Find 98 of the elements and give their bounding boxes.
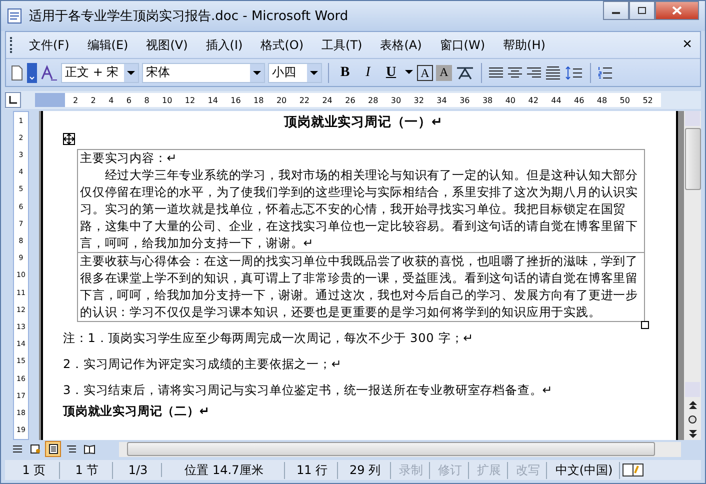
- tab-selector-button[interactable]: [5, 92, 21, 108]
- ruler-number: 2: [90, 96, 96, 104]
- next-page-icon[interactable]: [688, 430, 696, 438]
- menu-item[interactable]: 视图(V): [138, 34, 196, 56]
- caret-icon: [124, 64, 138, 82]
- ruler-number: 2: [73, 96, 78, 104]
- ruler-number: 40: [505, 96, 516, 104]
- caret-icon: [250, 64, 264, 82]
- move-icon: [64, 134, 74, 144]
- menu-item[interactable]: 帮助(H): [495, 34, 554, 56]
- character-shading-button[interactable]: A: [436, 64, 452, 80]
- style-dropdown[interactable]: 正文 + 宋: [61, 62, 139, 82]
- note-text: 3．实习结束后，请将实习周记与实习单位鉴定书，统一报送所在专业教研室存档备查。↵: [63, 382, 554, 399]
- align-center-icon[interactable]: [507, 66, 523, 80]
- left-tab-icon: [9, 96, 17, 104]
- caret-icon: [307, 64, 321, 82]
- document-icon: [7, 8, 23, 24]
- menu-item[interactable]: 文件(F): [21, 34, 78, 56]
- ruler-number: 26: [345, 96, 356, 104]
- status-text: 1 页: [9, 462, 60, 478]
- ruler-number: 34: [436, 96, 447, 104]
- vertical-scrollbar[interactable]: [684, 111, 701, 440]
- numbered-list-icon[interactable]: [597, 64, 613, 80]
- menu-item[interactable]: 插入(I): [198, 34, 251, 56]
- bold-button[interactable]: B: [335, 62, 355, 82]
- font-dropdown[interactable]: 宋体: [142, 62, 265, 82]
- status-text: 录制: [393, 462, 430, 478]
- ruler-number: 12: [184, 96, 196, 104]
- menu-item[interactable]: 工具(T): [314, 34, 370, 56]
- status-text: 1 节: [62, 462, 113, 478]
- status-text: 扩展: [471, 462, 508, 478]
- ruler-number: 36: [460, 96, 470, 104]
- line-spacing-icon[interactable]: [564, 64, 584, 80]
- cell-text: 经过大学三年专业系统的学习，我对市场的相关理论与知识有了一定的认知。但是这种认知大部分仅仅停留在理论的水平，为了使我们学到的这些理论与实际相结合，系里安排了这次为期八月的认识实习。实习的第一道坎就是找单位，怀着忐忑不安的心情，我开始寻找实习单位。我把目标锁定在国贸路，这集中了大量的公司、企业，在这找实习单位也一定比较容易。看到这句话的请自觉在博客里留下言，呵呵，给我加加分支持一下，谢谢。↵: [80, 167, 639, 252]
- ruler-number: 42: [528, 96, 538, 104]
- status-text: 11 行: [287, 462, 338, 478]
- close-icon: [672, 6, 682, 15]
- status-text: 改写: [510, 462, 547, 478]
- ruler-number: 28: [368, 96, 378, 104]
- distributed-icon[interactable]: [545, 64, 561, 80]
- close-button[interactable]: [655, 1, 699, 20]
- ruler-number: 38: [482, 96, 493, 104]
- toolbar-grip[interactable]: [10, 37, 15, 53]
- document-heading: 顶岗就业实习周记（一）↵: [282, 114, 444, 131]
- document-heading: 顶岗就业实习周记（二）↵: [63, 403, 211, 420]
- ruler-number: 22: [299, 96, 310, 104]
- status-text: 位置 14.7厘米: [164, 462, 285, 478]
- ruler-number: 10: [162, 96, 172, 104]
- ruler-number: 50: [620, 96, 630, 104]
- restore-icon: [637, 6, 647, 15]
- status-text: 29 列: [340, 462, 391, 478]
- scrollbar-thumb[interactable]: [684, 128, 700, 190]
- ruler-number: 18: [254, 96, 264, 104]
- note-text: 注：1．顶岗实习学生应至少每两周完成一次周记，每次不少于 300 字；↵: [63, 330, 475, 347]
- cell-text: 主要实习内容：↵: [80, 150, 178, 167]
- ruler-number: 6: [126, 96, 132, 104]
- horizontal-ruler[interactable]: 2 2 4 6 8 10 12 14 16 18 20 22 24 26 28 30 32 34 36 38 40 42 44 46 48 50 52: [35, 93, 661, 107]
- character-border-button[interactable]: A: [417, 64, 433, 80]
- browse-object-icon[interactable]: [688, 415, 697, 424]
- styles-icon[interactable]: [40, 64, 58, 80]
- character-scaling-icon[interactable]: [455, 64, 475, 80]
- ruler-number: 24: [322, 96, 332, 104]
- table-resize-handle[interactable]: [641, 321, 649, 329]
- status-text: 1/3: [115, 463, 162, 477]
- close-document-button[interactable]: ×: [678, 36, 696, 54]
- ruler-number: 8: [144, 96, 150, 104]
- previous-page-icon[interactable]: [688, 401, 696, 409]
- ruler-number: 14: [208, 96, 218, 104]
- menu-item[interactable]: 格式(O): [252, 34, 312, 56]
- minimize-button[interactable]: [603, 1, 629, 20]
- window-title: 适用于各专业学生顶岗实习报告.doc - Microsoft Word: [29, 8, 350, 25]
- note-text: 2．实习周记作为评定实习成绩的主要依据之一；↵: [63, 356, 343, 373]
- table-move-handle[interactable]: [63, 133, 75, 145]
- new-document-icon[interactable]: [10, 64, 24, 80]
- ruler-number: 4: [108, 96, 114, 104]
- ruler-number: 48: [596, 96, 608, 104]
- justify-icon[interactable]: [488, 66, 504, 80]
- ruler-number: 52: [642, 96, 653, 104]
- status-text: 中文(中国): [549, 462, 620, 478]
- cell-text: 主要收获与心得体会：在这一周的找实习单位中我既品尝了收获的喜悦，也咀嚼了挫折的滋味，学到了很多在课堂上学不到的知识，真可谓上了非常珍贵的一课，受益匪浅。看到这句话的请自觉在博客里留下言，呵呵，给我加加分支持一下，谢谢。通过这次，我也对今后自己的学习、发展方向有了更进一步的认识：学习不仅仅是学习课本知识，还要也是更重要的是学习如何将学到的知识应用于实践。: [80, 253, 639, 321]
- align-right-icon[interactable]: [526, 66, 542, 80]
- ruler-number: 30: [390, 96, 402, 104]
- spelling-book-icon[interactable]: [622, 463, 644, 477]
- ruler-number: 44: [551, 96, 562, 104]
- ruler-number: 32: [414, 96, 424, 104]
- italic-button[interactable]: I: [358, 62, 378, 82]
- ruler-number: 16: [230, 96, 241, 104]
- ruler-number: 46: [574, 96, 584, 104]
- menu-item[interactable]: 表格(A): [372, 34, 430, 56]
- page-view-icon[interactable]: [45, 441, 61, 457]
- status-text: 修订: [432, 462, 469, 478]
- ruler-number: 20: [276, 96, 287, 104]
- menu-item[interactable]: 编辑(E): [79, 34, 136, 56]
- toolbar-overflow-icon[interactable]: [27, 62, 37, 82]
- maximize-button[interactable]: [629, 1, 655, 20]
- font-size-dropdown[interactable]: 小四: [268, 62, 322, 82]
- underline-button[interactable]: U: [381, 62, 401, 82]
- menu-item[interactable]: 窗口(W): [432, 34, 494, 56]
